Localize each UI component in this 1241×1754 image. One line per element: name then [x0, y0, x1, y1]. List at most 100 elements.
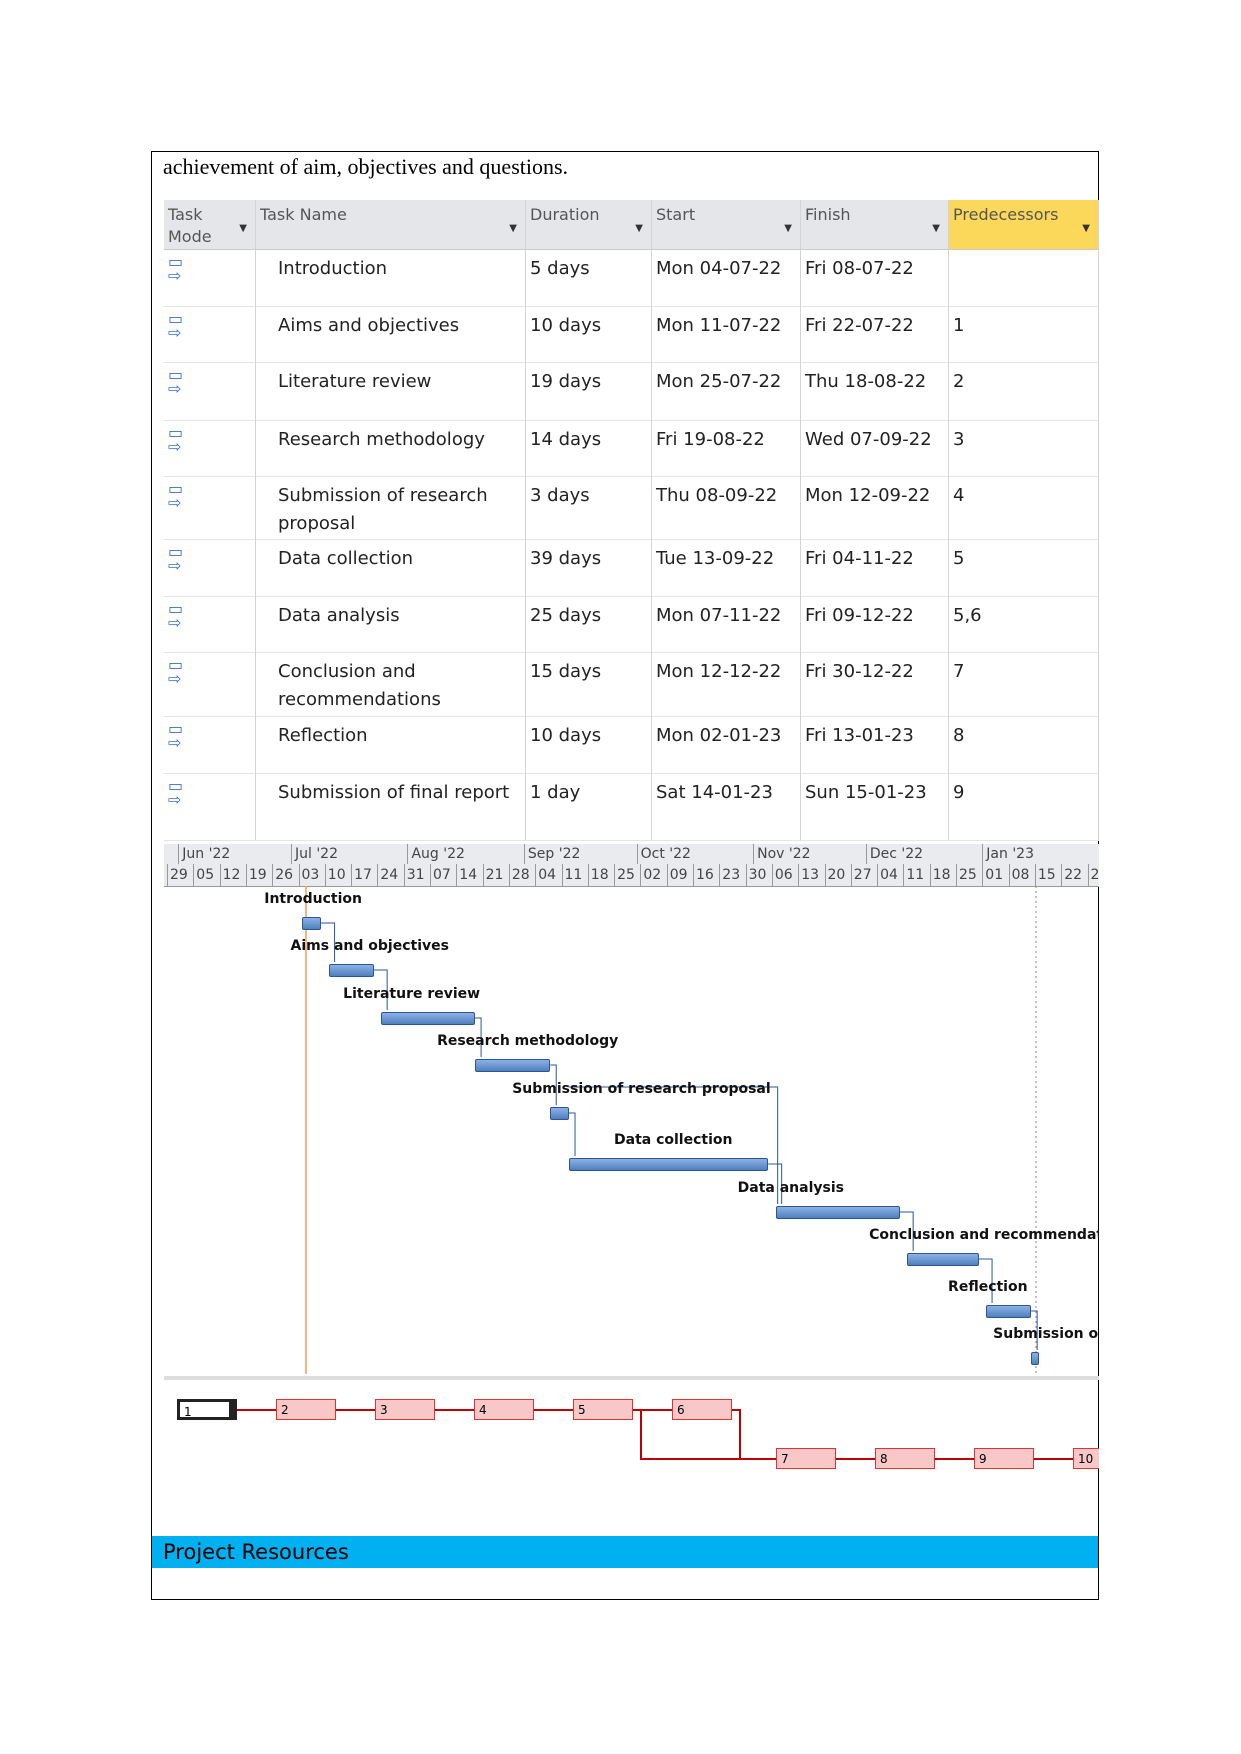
- gantt-bar[interactable]: [986, 1305, 1032, 1318]
- dropdown-arrow-icon[interactable]: ▼: [1082, 218, 1090, 240]
- gantt-bar-label: Conclusion and recommendations: [869, 1227, 1099, 1243]
- gantt-bar[interactable]: [569, 1158, 769, 1171]
- column-header[interactable]: Task Name ▼: [256, 200, 526, 249]
- dropdown-arrow-icon[interactable]: ▼: [784, 218, 792, 240]
- column-header[interactable]: Finish ▼: [801, 200, 949, 249]
- cell-duration: 19 days: [526, 362, 652, 420]
- network-node[interactable]: 8: [875, 1448, 935, 1469]
- table-row[interactable]: ▭ ⇨ Research methodology 14 days Fri 19-08-2…: [164, 420, 1099, 477]
- task-mode-cell: ▭ ⇨: [164, 306, 256, 362]
- intro-text: achievement of aim, objectives and quest…: [163, 154, 569, 179]
- table-row[interactable]: ▭ ⇨ Reflection 10 days Mon 02-01-23 Fri 13-01…: [164, 716, 1099, 774]
- gantt-bar[interactable]: [475, 1059, 551, 1072]
- cell-pred: 7: [949, 652, 1099, 716]
- network-node[interactable]: 2: [276, 1399, 336, 1420]
- task-mode-cell: ▭ ⇨: [164, 249, 256, 306]
- cell-start: Tue 13-09-22: [652, 539, 801, 596]
- column-header-label: Task Name: [260, 205, 347, 224]
- table-row[interactable]: ▭ ⇨ Literature review 19 days Mon 25-07-22 Th…: [164, 362, 1099, 421]
- network-node[interactable]: 4: [474, 1399, 534, 1420]
- table-row[interactable]: ▭ ⇨ Data collection 39 days Tue 13-09-22 Fri …: [164, 539, 1099, 597]
- cell-finish: Fri 22-07-22: [801, 306, 949, 362]
- column-header-label: Duration: [530, 205, 600, 224]
- table-header: Task Mode ▼ Task Name ▼ Duration ▼ Start ▼ Finis…: [164, 200, 1099, 250]
- network-node[interactable]: 9: [974, 1448, 1034, 1469]
- auto-scheduled-icon: ▭ ⇨: [168, 599, 184, 632]
- project-resources-heading: Project Resources: [152, 1536, 1098, 1568]
- column-header[interactable]: Predecessors ▼: [949, 200, 1099, 249]
- cell-duration: 10 days: [526, 306, 652, 362]
- gantt-bar-label: Data collection: [614, 1132, 733, 1148]
- cell-finish: Mon 12-09-22: [801, 476, 949, 539]
- network-node[interactable]: 6: [672, 1399, 732, 1420]
- table-row[interactable]: ▭ ⇨ Introduction 5 days Mon 04-07-22 Fri 08-0…: [164, 249, 1099, 307]
- task-mode-cell: ▭ ⇨: [164, 596, 256, 652]
- table-row[interactable]: ▭ ⇨ Submission of research proposal 3 days T…: [164, 476, 1099, 540]
- cell-pred: 5: [949, 539, 1099, 596]
- cell-name: Introduction: [256, 249, 526, 306]
- table-row[interactable]: ▭ ⇨ Data analysis 25 days Mon 07-11-22 Fri 09…: [164, 596, 1099, 653]
- cell-start: Mon 11-07-22: [652, 306, 801, 362]
- auto-scheduled-icon: ▭ ⇨: [168, 252, 184, 285]
- cell-duration: 1 day: [526, 773, 652, 840]
- gantt-bar[interactable]: [328, 964, 374, 977]
- cell-duration: 10 days: [526, 716, 652, 773]
- cell-start: Mon 07-11-22: [652, 596, 801, 652]
- cell-duration: 5 days: [526, 249, 652, 306]
- gantt-bar[interactable]: [550, 1107, 569, 1120]
- network-node[interactable]: 10: [1073, 1448, 1099, 1469]
- cell-name: Submission of research proposal: [256, 476, 526, 539]
- column-header[interactable]: Task Mode ▼: [164, 200, 256, 249]
- gantt-bar-label: Aims and objectives: [290, 938, 449, 954]
- task-mode-cell: ▭ ⇨: [164, 420, 256, 476]
- dropdown-arrow-icon[interactable]: ▼: [239, 218, 247, 240]
- gantt-bar[interactable]: [381, 1012, 476, 1025]
- column-header-label: Start: [656, 205, 696, 224]
- network-node[interactable]: 1: [177, 1399, 237, 1420]
- table-row[interactable]: ▭ ⇨ Aims and objectives 10 days Mon 11-07-22…: [164, 306, 1099, 363]
- cell-finish: Sun 15-01-23: [801, 773, 949, 840]
- network-node[interactable]: 5: [573, 1399, 633, 1420]
- cell-finish: Thu 18-08-22: [801, 362, 949, 420]
- dependency-link: [569, 1112, 576, 1156]
- dropdown-arrow-icon[interactable]: ▼: [932, 218, 940, 240]
- gantt-bar[interactable]: [302, 917, 322, 930]
- cell-start: Fri 19-08-22: [652, 420, 801, 476]
- cell-pred: 1: [949, 306, 1099, 362]
- table-row[interactable]: ▭ ⇨ Conclusion and recommendations 15 days M…: [164, 652, 1099, 717]
- task-mode-cell: ▭ ⇨: [164, 773, 256, 840]
- auto-scheduled-icon: ▭ ⇨: [168, 479, 184, 512]
- cell-start: Thu 08-09-22: [652, 476, 801, 539]
- gantt-bar[interactable]: [1031, 1352, 1040, 1365]
- cell-finish: Fri 04-11-22: [801, 539, 949, 596]
- network-node[interactable]: 3: [375, 1399, 435, 1420]
- auto-scheduled-icon: ▭ ⇨: [168, 655, 184, 688]
- gantt-bar[interactable]: [775, 1206, 900, 1219]
- cell-name: Submission of final report: [256, 773, 526, 840]
- cell-finish: Fri 13-01-23: [801, 716, 949, 773]
- auto-scheduled-icon: ▭ ⇨: [168, 719, 184, 752]
- task-mode-cell: ▭ ⇨: [164, 539, 256, 596]
- table-row[interactable]: ▭ ⇨ Submission of final report 1 day Sat 14-…: [164, 773, 1099, 841]
- dropdown-arrow-icon[interactable]: ▼: [509, 218, 517, 240]
- cell-name: Conclusion and recommendations: [256, 652, 526, 716]
- cell-name: Data collection: [256, 539, 526, 596]
- auto-scheduled-icon: ▭ ⇨: [168, 776, 184, 809]
- cell-finish: Wed 07-09-22: [801, 420, 949, 476]
- cell-finish: Fri 08-07-22: [801, 249, 949, 306]
- cell-start: Mon 25-07-22: [652, 362, 801, 420]
- task-mode-cell: ▭ ⇨: [164, 716, 256, 773]
- cell-start: Mon 02-01-23: [652, 716, 801, 773]
- gantt-bar-label: Submission of research proposal: [512, 1081, 771, 1097]
- network-node[interactable]: 7: [776, 1448, 836, 1469]
- cell-pred: 9: [949, 773, 1099, 840]
- gantt-bar-label: Reflection: [948, 1279, 1028, 1295]
- column-header[interactable]: Start ▼: [652, 200, 801, 249]
- cell-duration: 14 days: [526, 420, 652, 476]
- dropdown-arrow-icon[interactable]: ▼: [635, 218, 643, 240]
- network-diagram: 1 2 3 4 5 6 7 8 9 10: [164, 1376, 1099, 1510]
- column-header[interactable]: Duration ▼: [526, 200, 652, 249]
- cell-duration: 25 days: [526, 596, 652, 652]
- task-mode-cell: ▭ ⇨: [164, 362, 256, 420]
- gantt-bar[interactable]: [907, 1253, 979, 1266]
